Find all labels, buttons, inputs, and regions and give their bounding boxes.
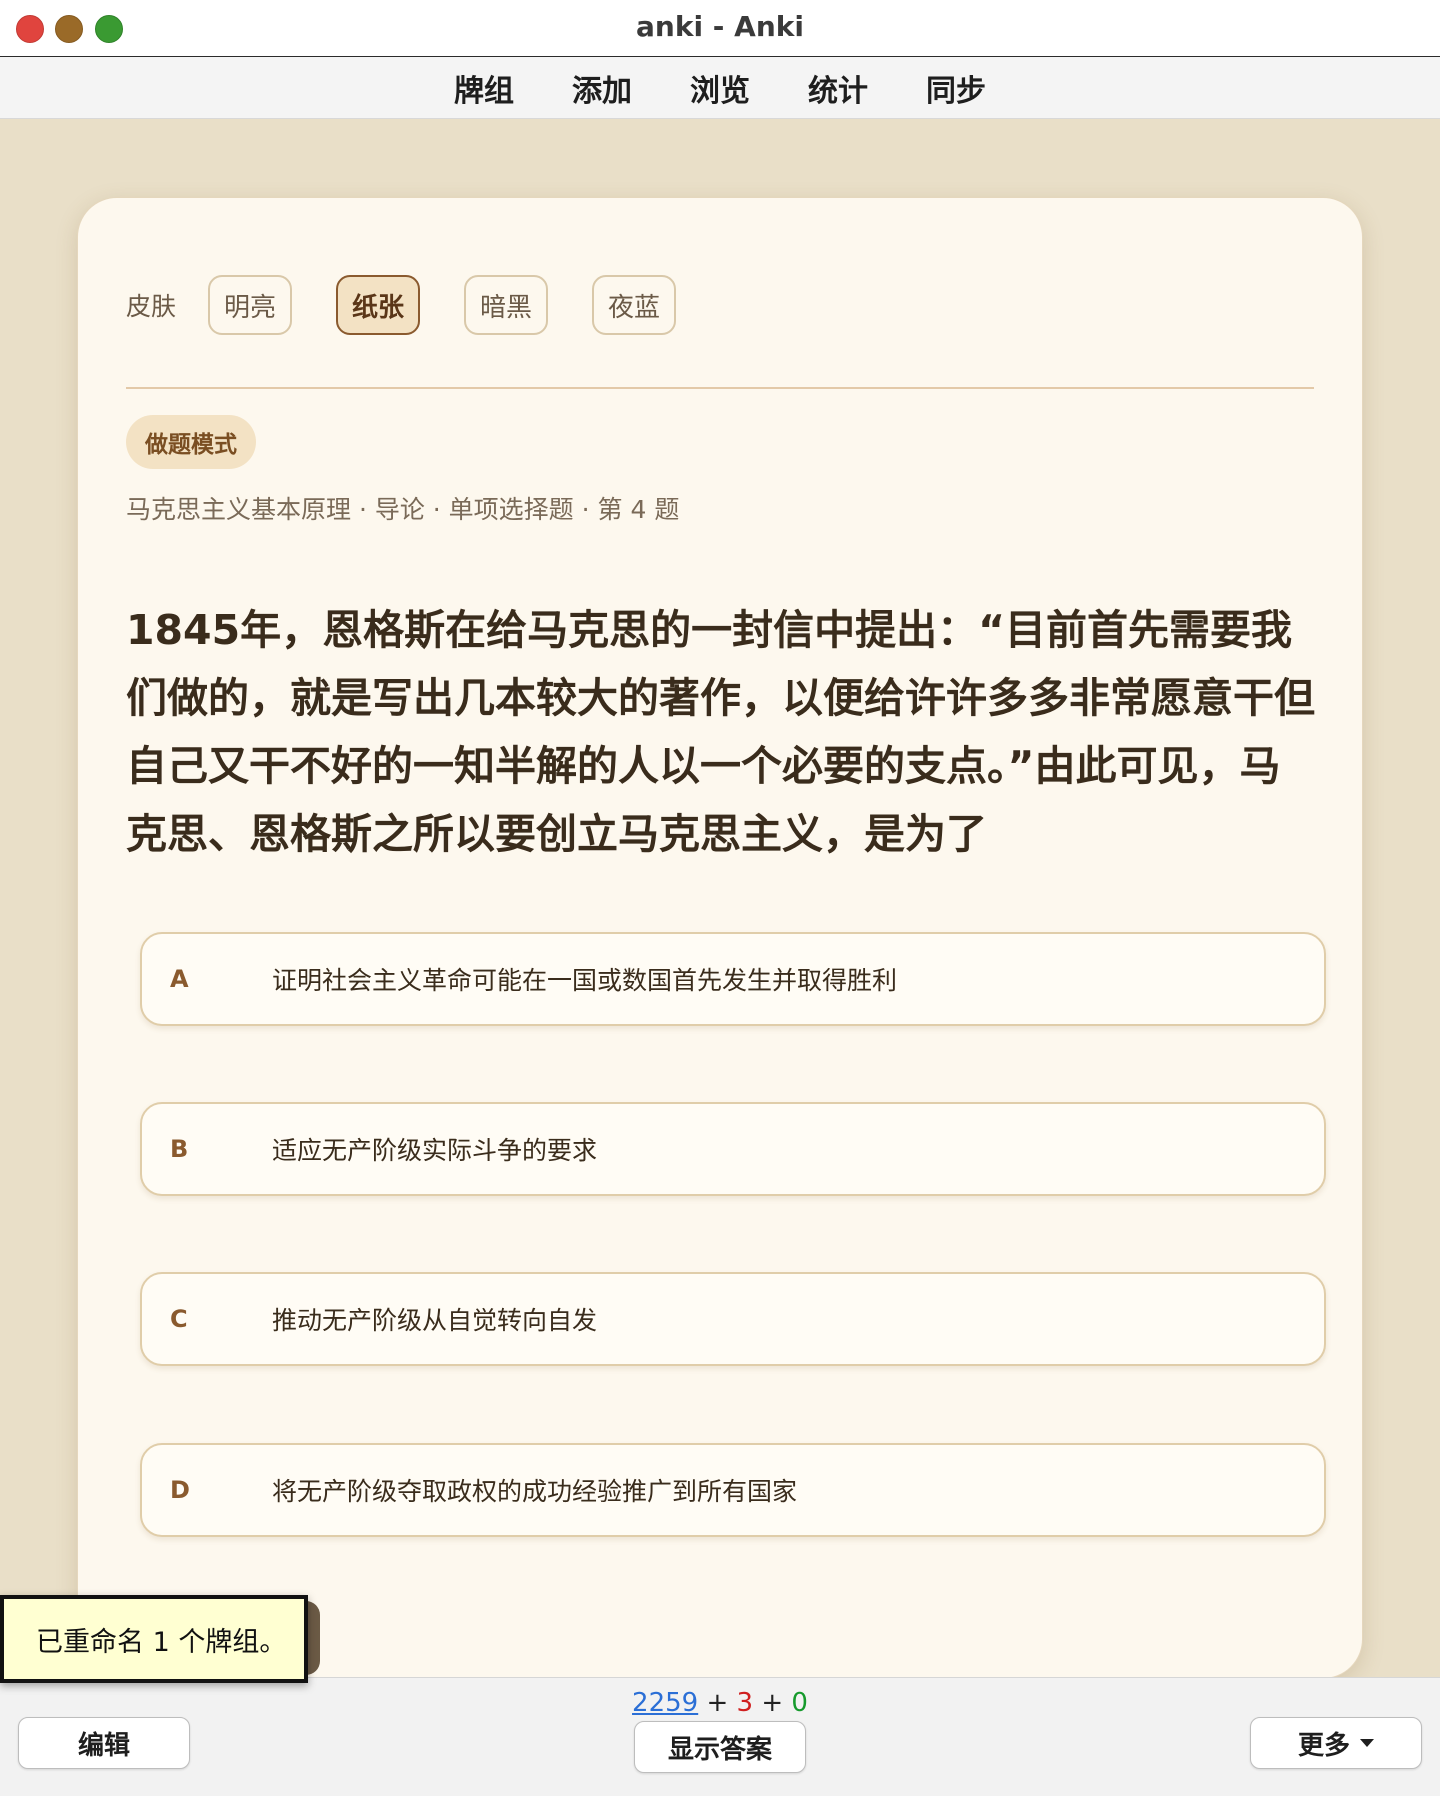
skin-button-night-blue[interactable]: 夜蓝	[592, 275, 677, 335]
skin-label: 皮肤	[126, 292, 177, 321]
nav-add[interactable]: 添加	[572, 66, 632, 110]
divider	[126, 387, 1314, 389]
tooltip-text: 已重命名 1 个牌组。	[36, 1626, 287, 1658]
question-card: 皮肤 明亮 纸张 暗黑 夜蓝 做题模式 马克思主义基本原理 · 导论 · 单项选…	[77, 197, 1363, 1679]
learn-count: 3	[736, 1688, 754, 1718]
top-nav: 牌组 添加 浏览 统计 同步	[0, 57, 1440, 119]
review-count: 0	[791, 1688, 808, 1718]
edit-button-label: 编辑	[77, 1730, 130, 1761]
question-text: 1845年，恩格斯在给马克思的一封信中提出：“目前首先需要我们做的，就是写出几本…	[126, 606, 1315, 858]
nav-browse[interactable]: 浏览	[690, 66, 750, 110]
bottom-bar: 2259 + 3 + 0 编辑 显示答案 更多	[0, 1677, 1440, 1796]
option-text: 证明社会主义革命可能在一国或数国首先发生并取得胜利	[272, 966, 898, 995]
option-text: 推动无产阶级从自觉转向自发	[272, 1306, 598, 1335]
show-answer-button[interactable]: 显示答案	[634, 1721, 806, 1773]
option-letter: D	[170, 1476, 190, 1504]
more-button-label: 更多	[1297, 1730, 1350, 1761]
nav-stats[interactable]: 统计	[808, 66, 868, 110]
option-b[interactable]: B 适应无产阶级实际斗争的要求	[140, 1102, 1326, 1196]
mode-badge: 做题模式	[126, 415, 256, 469]
title-bar: anki - Anki	[0, 0, 1440, 57]
option-c[interactable]: C 推动无产阶级从自觉转向自发	[140, 1272, 1326, 1366]
option-text: 将无产阶级夺取政权的成功经验推广到所有国家	[272, 1477, 798, 1506]
skin-button-dark[interactable]: 暗黑	[464, 275, 549, 335]
due-counts: 2259 + 3 + 0	[0, 1688, 1440, 1718]
option-letter: C	[170, 1305, 188, 1333]
edit-button[interactable]: 编辑	[18, 1717, 190, 1769]
skin-button-light[interactable]: 明亮	[208, 275, 293, 335]
breadcrumb: 马克思主义基本原理 · 导论 · 单项选择题 · 第 4 题	[126, 495, 680, 524]
skin-selector: 皮肤 明亮 纸张 暗黑 夜蓝	[126, 273, 720, 337]
chevron-down-icon	[1360, 1739, 1374, 1747]
more-button[interactable]: 更多	[1250, 1717, 1422, 1769]
nav-sync[interactable]: 同步	[926, 66, 986, 110]
option-d[interactable]: D 将无产阶级夺取政权的成功经验推广到所有国家	[140, 1443, 1326, 1537]
option-letter: B	[170, 1135, 189, 1163]
anki-window: anki - Anki 牌组 添加 浏览 统计 同步 皮肤 明亮 纸张 暗黑 夜…	[0, 0, 1440, 1796]
count-separator: +	[761, 1688, 784, 1718]
skin-button-paper[interactable]: 纸张	[336, 275, 421, 335]
nav-decks[interactable]: 牌组	[454, 66, 514, 110]
option-a[interactable]: A 证明社会主义革命可能在一国或数国首先发生并取得胜利	[140, 932, 1326, 1026]
show-answer-label: 显示答案	[667, 1734, 772, 1765]
window-title: anki - Anki	[636, 10, 804, 43]
option-text: 适应无产阶级实际斗争的要求	[272, 1136, 598, 1165]
count-separator: +	[706, 1688, 729, 1718]
option-letter: A	[170, 965, 189, 993]
notification-tooltip: 已重命名 1 个牌组。	[0, 1595, 308, 1683]
new-count[interactable]: 2259	[632, 1688, 698, 1718]
